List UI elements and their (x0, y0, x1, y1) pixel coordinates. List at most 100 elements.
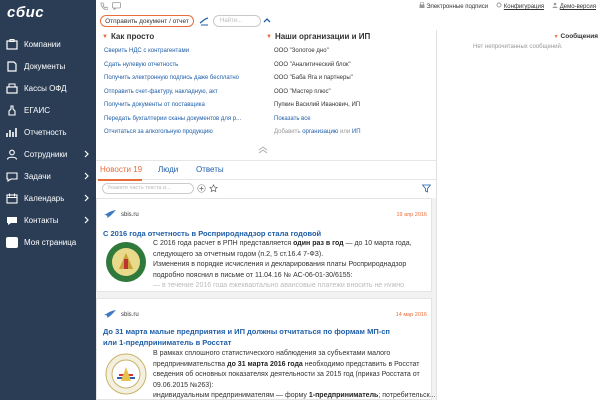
org-item[interactable]: ООО "Аналитический блок" (274, 59, 361, 73)
news-text: Изменения в порядке исчисления и деклари… (153, 261, 407, 279)
add-or-text: или (339, 129, 351, 135)
how-simple-header[interactable]: ▼ Как просто (102, 32, 154, 41)
demo-link[interactable]: Демо-версия (552, 2, 596, 10)
chevron-up-icon[interactable] (262, 16, 272, 26)
news-text: индивидуальным предпринимателям — форму (153, 392, 309, 399)
signatures-label: Электронные подписи (426, 4, 489, 10)
messages-header[interactable]: ▼ Сообщения (554, 33, 598, 40)
chevron-right-icon[interactable] (82, 215, 92, 225)
how-simple-link[interactable]: Получить электронную подпись даже беспла… (104, 72, 241, 86)
triangle-down-icon: ▼ (553, 34, 559, 40)
add-prefix: Добавить (274, 129, 301, 135)
plus-icon[interactable] (197, 184, 206, 193)
add-organization-link[interactable]: организацию (302, 129, 338, 135)
tab-news[interactable]: Новости 19 (100, 165, 142, 174)
how-simple-link[interactable]: Сдать нулевую отчетность (104, 59, 241, 73)
rosprirodnadzor-emblem (106, 242, 146, 282)
toolbar: Отправить документ / отчет Найти... (96, 14, 600, 30)
news-card[interactable]: sbis.ru 14 мар 2016 До 31 марта малые пр… (96, 298, 436, 400)
star-icon[interactable] (209, 184, 218, 193)
sidebar-item-label: ЕГАИС (24, 105, 50, 115)
sidebar-item-label: Контакты (24, 215, 59, 225)
chevron-right-icon[interactable] (82, 171, 92, 181)
gear-icon (496, 2, 502, 8)
how-simple-link[interactable]: Получить документы от поставщика (104, 99, 241, 113)
how-simple-list: Сверить НДС с контрагентами Сдать нулеву… (104, 45, 241, 140)
config-link[interactable]: Конфигурация (496, 2, 544, 10)
how-simple-title: Как просто (110, 32, 155, 41)
add-ip-link[interactable]: ИП (352, 129, 361, 135)
triangle-down-icon: ▼ (266, 33, 272, 40)
sidebar-item-label: Сотрудники (24, 149, 68, 159)
sidebar-item-calendar[interactable]: Календарь (0, 187, 96, 209)
cash-register-icon (6, 83, 18, 94)
sidebar-item-label: Моя страница (24, 237, 77, 247)
chevron-right-icon[interactable] (82, 149, 92, 159)
top-strip: Электронные подписи Конфигурация Демо-ве… (96, 0, 600, 12)
search-input[interactable]: Найти... (213, 15, 261, 27)
sidebar-item-label: Компании (24, 39, 61, 49)
sbis-logo[interactable]: сбис (7, 4, 44, 21)
user-icon (552, 2, 558, 8)
org-item[interactable]: ООО "Мастер плюс" (274, 86, 361, 100)
active-tab-indicator (98, 179, 142, 181)
sidebar-item-label: Календарь (24, 193, 65, 203)
sidebar-menu: Компании Документы Кассы ОФД ЕГАИС Отчет… (0, 33, 96, 253)
news-text-bold: один раз в год (293, 240, 344, 247)
sidebar: сбис Компании Документы Кассы ОФД ЕГАИС … (0, 0, 96, 400)
news-text-bold: до 31 марта 2016 года (227, 360, 303, 368)
org-item[interactable]: ООО "Баба Яга и партнеры" (274, 72, 361, 86)
org-item[interactable]: Пупкин Василий Иванович, ИП (274, 99, 361, 113)
contacts-icon (7, 216, 17, 225)
chat-icon[interactable] (112, 2, 121, 10)
filter-icon[interactable] (422, 184, 431, 193)
signatures-link[interactable]: Электронные подписи (419, 1, 489, 10)
how-simple-link[interactable]: Передать бухгалтерии сканы документов дл… (104, 113, 241, 127)
sidebar-item-employees[interactable]: Сотрудники (0, 143, 96, 165)
sidebar-item-tasks[interactable]: Задачи (0, 165, 96, 187)
our-orgs-title: Наши организации и ИП (274, 32, 371, 41)
our-orgs-header[interactable]: ▼ Наши организации и ИП (266, 32, 370, 41)
news-body: В рамках сплошного статистического наблю… (153, 349, 436, 400)
how-simple-link[interactable]: Сверить НДС с контрагентами (104, 45, 241, 59)
sidebar-item-contacts[interactable]: Контакты (0, 209, 96, 231)
sidebar-item-egais[interactable]: ЕГАИС (0, 99, 96, 121)
news-source[interactable]: sbis.ru (121, 212, 139, 218)
sidebar-item-label: Документы (24, 61, 66, 71)
news-filter-input[interactable]: Укажите часть текста и... (102, 183, 194, 194)
rosstat-emblem (105, 353, 147, 395)
calendar-icon (6, 193, 18, 204)
sidebar-item-documents[interactable]: Документы (0, 55, 96, 77)
phone-icon[interactable] (100, 2, 108, 10)
config-label: Конфигурация (503, 4, 545, 10)
sidebar-item-cash-ofd[interactable]: Кассы ОФД (0, 77, 96, 99)
collapse-chevrons-icon[interactable] (256, 146, 270, 154)
edo-icon[interactable] (199, 16, 209, 26)
chevron-right-icon[interactable] (82, 193, 92, 203)
news-title[interactable]: До 31 марта малые предприятия и ИП должн… (103, 326, 403, 348)
add-org-row: Добавить организацию или ИП (274, 126, 361, 140)
sidebar-item-reports[interactable]: Отчетность (0, 121, 96, 143)
news-text: потребительск... (380, 392, 436, 399)
companies-icon (6, 38, 18, 50)
sidebar-item-my-page[interactable]: Моя страница (0, 231, 96, 253)
news-card[interactable]: sbis.ru 19 апр 2016 С 2016 года отчетнос… (96, 198, 432, 292)
how-simple-link[interactable]: Отчитаться за алкогольную продукцию (104, 126, 241, 140)
triangle-down-icon: ▼ (102, 33, 108, 40)
sidebar-item-companies[interactable]: Компании (0, 33, 96, 55)
top-left-icons (100, 2, 121, 10)
how-simple-link[interactable]: Отправить счет-фактуру, накладную, акт (104, 86, 241, 100)
send-document-button[interactable]: Отправить документ / отчет (100, 15, 194, 27)
app-root: сбис Компании Документы Кассы ОФД ЕГАИС … (0, 0, 600, 400)
reports-icon (6, 127, 17, 137)
tab-answers[interactable]: Ответы (196, 165, 224, 174)
news-source[interactable]: sbis.ru (121, 312, 139, 318)
news-title[interactable]: С 2016 года отчетность в Росприроднадзор… (103, 228, 321, 239)
lock-icon (419, 1, 425, 8)
show-all-link[interactable]: Показать все (274, 113, 361, 127)
news-text: С 2016 года расчет в РПН представляется (153, 240, 294, 247)
avatar (6, 236, 18, 248)
org-item[interactable]: ООО "Золотое дно" (274, 45, 361, 59)
tab-people[interactable]: Люди (158, 165, 178, 174)
sidebar-item-label: Кассы ОФД (24, 83, 67, 93)
